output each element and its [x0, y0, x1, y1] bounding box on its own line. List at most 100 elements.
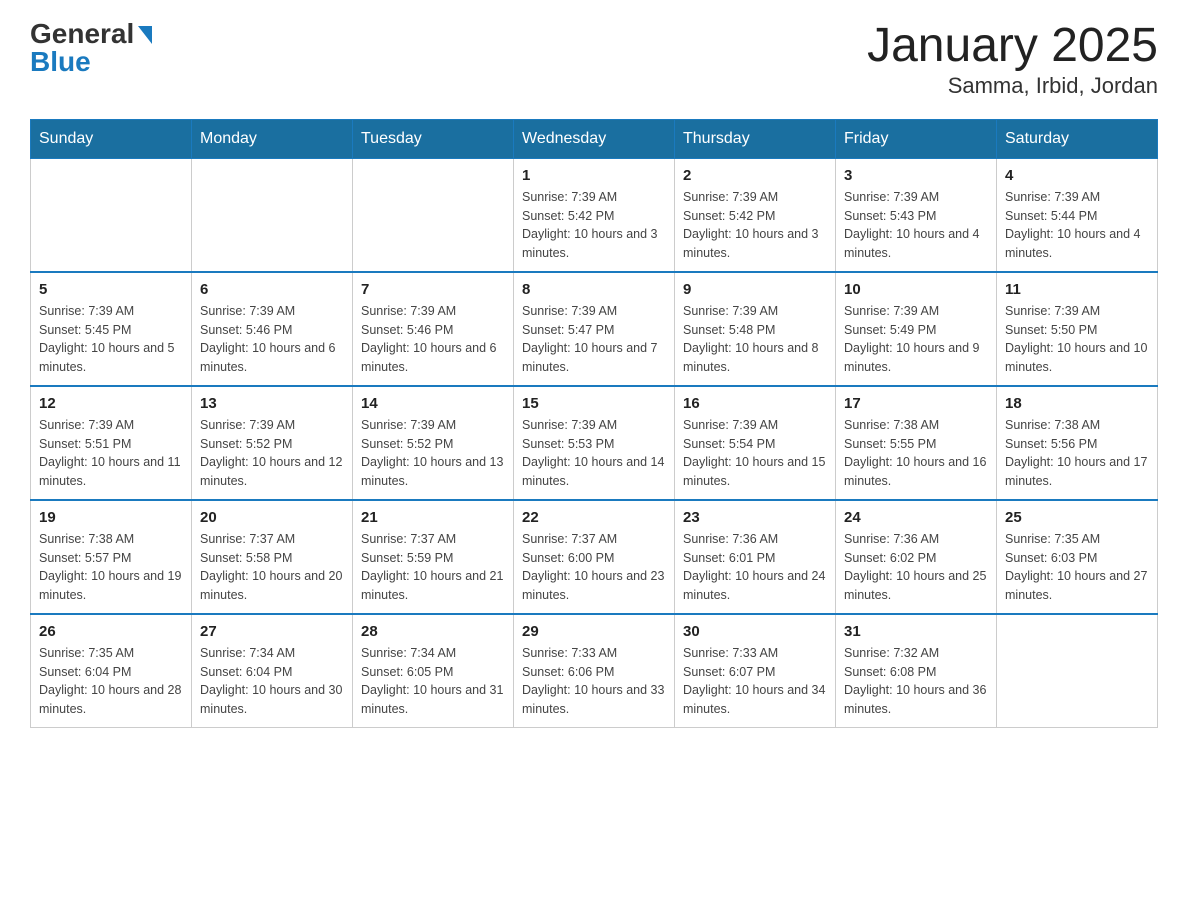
calendar-week-5: 26 Sunrise: 7:35 AM Sunset: 6:04 PM Dayli…	[31, 614, 1158, 728]
day-number: 24	[844, 509, 988, 526]
day-number: 16	[683, 395, 827, 412]
day-info: Sunrise: 7:37 AM Sunset: 5:58 PM Dayligh…	[200, 530, 344, 605]
day-info: Sunrise: 7:34 AM Sunset: 6:05 PM Dayligh…	[361, 644, 505, 719]
day-number: 6	[200, 281, 344, 298]
calendar-subtitle: Samma, Irbid, Jordan	[867, 73, 1158, 99]
day-of-week-saturday: Saturday	[997, 119, 1158, 158]
calendar-cell: 12Sunrise: 7:39 AM Sunset: 5:51 PM Dayli…	[31, 386, 192, 500]
day-info: Sunrise: 7:33 AM Sunset: 6:07 PM Dayligh…	[683, 644, 827, 719]
day-number: 28	[361, 623, 505, 640]
day-info: Sunrise: 7:39 AM Sunset: 5:47 PM Dayligh…	[522, 302, 666, 377]
day-number: 15	[522, 395, 666, 412]
calendar-cell: 21Sunrise: 7:37 AM Sunset: 5:59 PM Dayli…	[353, 500, 514, 614]
calendar-cell: 17 Sunrise: 7:38 AM Sunset: 5:55 PM Dayli…	[836, 386, 997, 500]
calendar-cell: 27 Sunrise: 7:34 AM Sunset: 6:04 PM Dayli…	[192, 614, 353, 728]
calendar-cell: 8 Sunrise: 7:39 AM Sunset: 5:47 PM Daylig…	[514, 272, 675, 386]
calendar-week-4: 19Sunrise: 7:38 AM Sunset: 5:57 PM Dayli…	[31, 500, 1158, 614]
calendar-cell: 29 Sunrise: 7:33 AM Sunset: 6:06 PM Dayli…	[514, 614, 675, 728]
calendar-cell: 18 Sunrise: 7:38 AM Sunset: 5:56 PM Dayli…	[997, 386, 1158, 500]
calendar-cell: 6 Sunrise: 7:39 AM Sunset: 5:46 PM Daylig…	[192, 272, 353, 386]
day-info: Sunrise: 7:39 AM Sunset: 5:46 PM Dayligh…	[200, 302, 344, 377]
logo: General Blue	[30, 20, 152, 76]
calendar-cell: 7Sunrise: 7:39 AM Sunset: 5:46 PM Daylig…	[353, 272, 514, 386]
day-info: Sunrise: 7:38 AM Sunset: 5:56 PM Dayligh…	[1005, 416, 1149, 491]
calendar-cell: 20 Sunrise: 7:37 AM Sunset: 5:58 PM Dayli…	[192, 500, 353, 614]
day-info: Sunrise: 7:39 AM Sunset: 5:52 PM Dayligh…	[361, 416, 505, 491]
day-info: Sunrise: 7:39 AM Sunset: 5:48 PM Dayligh…	[683, 302, 827, 377]
calendar-cell: 3Sunrise: 7:39 AM Sunset: 5:43 PM Daylig…	[836, 158, 997, 272]
calendar-cell: 30 Sunrise: 7:33 AM Sunset: 6:07 PM Dayli…	[675, 614, 836, 728]
day-info: Sunrise: 7:39 AM Sunset: 5:45 PM Dayligh…	[39, 302, 183, 377]
calendar-cell: 9 Sunrise: 7:39 AM Sunset: 5:48 PM Daylig…	[675, 272, 836, 386]
day-number: 31	[844, 623, 988, 640]
day-info: Sunrise: 7:39 AM Sunset: 5:46 PM Dayligh…	[361, 302, 505, 377]
calendar-cell: 31 Sunrise: 7:32 AM Sunset: 6:08 PM Dayli…	[836, 614, 997, 728]
day-number: 5	[39, 281, 183, 298]
day-number: 27	[200, 623, 344, 640]
day-info: Sunrise: 7:39 AM Sunset: 5:42 PM Dayligh…	[683, 188, 827, 263]
calendar-cell: 26 Sunrise: 7:35 AM Sunset: 6:04 PM Dayli…	[31, 614, 192, 728]
day-info: Sunrise: 7:38 AM Sunset: 5:55 PM Dayligh…	[844, 416, 988, 491]
page-header: General Blue January 2025 Samma, Irbid, …	[30, 20, 1158, 99]
calendar-cell: 1Sunrise: 7:39 AM Sunset: 5:42 PM Daylig…	[514, 158, 675, 272]
day-info: Sunrise: 7:37 AM Sunset: 6:00 PM Dayligh…	[522, 530, 666, 605]
calendar-cell: 24 Sunrise: 7:36 AM Sunset: 6:02 PM Dayli…	[836, 500, 997, 614]
day-number: 9	[683, 281, 827, 298]
calendar-cell: 11Sunrise: 7:39 AM Sunset: 5:50 PM Dayli…	[997, 272, 1158, 386]
calendar-cell	[997, 614, 1158, 728]
calendar-cell: 14 Sunrise: 7:39 AM Sunset: 5:52 PM Dayli…	[353, 386, 514, 500]
day-info: Sunrise: 7:39 AM Sunset: 5:49 PM Dayligh…	[844, 302, 988, 377]
logo-arrow-icon	[138, 26, 152, 44]
calendar-table: SundayMondayTuesdayWednesdayThursdayFrid…	[30, 119, 1158, 728]
calendar-cell: 25Sunrise: 7:35 AM Sunset: 6:03 PM Dayli…	[997, 500, 1158, 614]
day-info: Sunrise: 7:36 AM Sunset: 6:01 PM Dayligh…	[683, 530, 827, 605]
calendar-cell: 16 Sunrise: 7:39 AM Sunset: 5:54 PM Dayli…	[675, 386, 836, 500]
day-number: 23	[683, 509, 827, 526]
day-info: Sunrise: 7:32 AM Sunset: 6:08 PM Dayligh…	[844, 644, 988, 719]
day-number: 26	[39, 623, 183, 640]
calendar-cell: 5 Sunrise: 7:39 AM Sunset: 5:45 PM Daylig…	[31, 272, 192, 386]
day-info: Sunrise: 7:33 AM Sunset: 6:06 PM Dayligh…	[522, 644, 666, 719]
calendar-cell	[353, 158, 514, 272]
calendar-cell: 15Sunrise: 7:39 AM Sunset: 5:53 PM Dayli…	[514, 386, 675, 500]
day-number: 19	[39, 509, 183, 526]
day-number: 29	[522, 623, 666, 640]
day-of-week-tuesday: Tuesday	[353, 119, 514, 158]
calendar-header: SundayMondayTuesdayWednesdayThursdayFrid…	[31, 119, 1158, 158]
day-info: Sunrise: 7:37 AM Sunset: 5:59 PM Dayligh…	[361, 530, 505, 605]
calendar-cell: 13Sunrise: 7:39 AM Sunset: 5:52 PM Dayli…	[192, 386, 353, 500]
calendar-cell: 2 Sunrise: 7:39 AM Sunset: 5:42 PM Daylig…	[675, 158, 836, 272]
day-info: Sunrise: 7:39 AM Sunset: 5:44 PM Dayligh…	[1005, 188, 1149, 263]
day-number: 13	[200, 395, 344, 412]
calendar-cell: 22Sunrise: 7:37 AM Sunset: 6:00 PM Dayli…	[514, 500, 675, 614]
day-of-week-monday: Monday	[192, 119, 353, 158]
day-number: 17	[844, 395, 988, 412]
calendar-week-1: 1 Sunrise: 7:39 AM Sunset: 5:42 PM Daylig…	[31, 158, 1158, 272]
day-number: 25	[1005, 509, 1149, 526]
day-number: 18	[1005, 395, 1149, 412]
day-number: 20	[200, 509, 344, 526]
day-of-week-thursday: Thursday	[675, 119, 836, 158]
day-number: 10	[844, 281, 988, 298]
day-info: Sunrise: 7:39 AM Sunset: 5:54 PM Dayligh…	[683, 416, 827, 491]
day-info: Sunrise: 7:35 AM Sunset: 6:04 PM Dayligh…	[39, 644, 183, 719]
calendar-cell: 4Sunrise: 7:39 AM Sunset: 5:44 PM Daylig…	[997, 158, 1158, 272]
day-number: 14	[361, 395, 505, 412]
day-number: 11	[1005, 281, 1149, 298]
logo-blue: Blue	[30, 48, 91, 76]
day-info: Sunrise: 7:39 AM Sunset: 5:51 PM Dayligh…	[39, 416, 183, 491]
days-of-week-row: SundayMondayTuesdayWednesdayThursdayFrid…	[31, 119, 1158, 158]
calendar-cell: 10 Sunrise: 7:39 AM Sunset: 5:49 PM Dayli…	[836, 272, 997, 386]
calendar-cell: 28 Sunrise: 7:34 AM Sunset: 6:05 PM Dayli…	[353, 614, 514, 728]
calendar-title: January 2025	[867, 20, 1158, 73]
day-info: Sunrise: 7:36 AM Sunset: 6:02 PM Dayligh…	[844, 530, 988, 605]
day-of-week-wednesday: Wednesday	[514, 119, 675, 158]
day-number: 1	[522, 167, 666, 184]
day-number: 2	[683, 167, 827, 184]
day-info: Sunrise: 7:34 AM Sunset: 6:04 PM Dayligh…	[200, 644, 344, 719]
logo-general: General	[30, 20, 134, 48]
day-number: 30	[683, 623, 827, 640]
calendar-cell: 19Sunrise: 7:38 AM Sunset: 5:57 PM Dayli…	[31, 500, 192, 614]
day-number: 8	[522, 281, 666, 298]
calendar-body: 1 Sunrise: 7:39 AM Sunset: 5:42 PM Daylig…	[31, 158, 1158, 727]
